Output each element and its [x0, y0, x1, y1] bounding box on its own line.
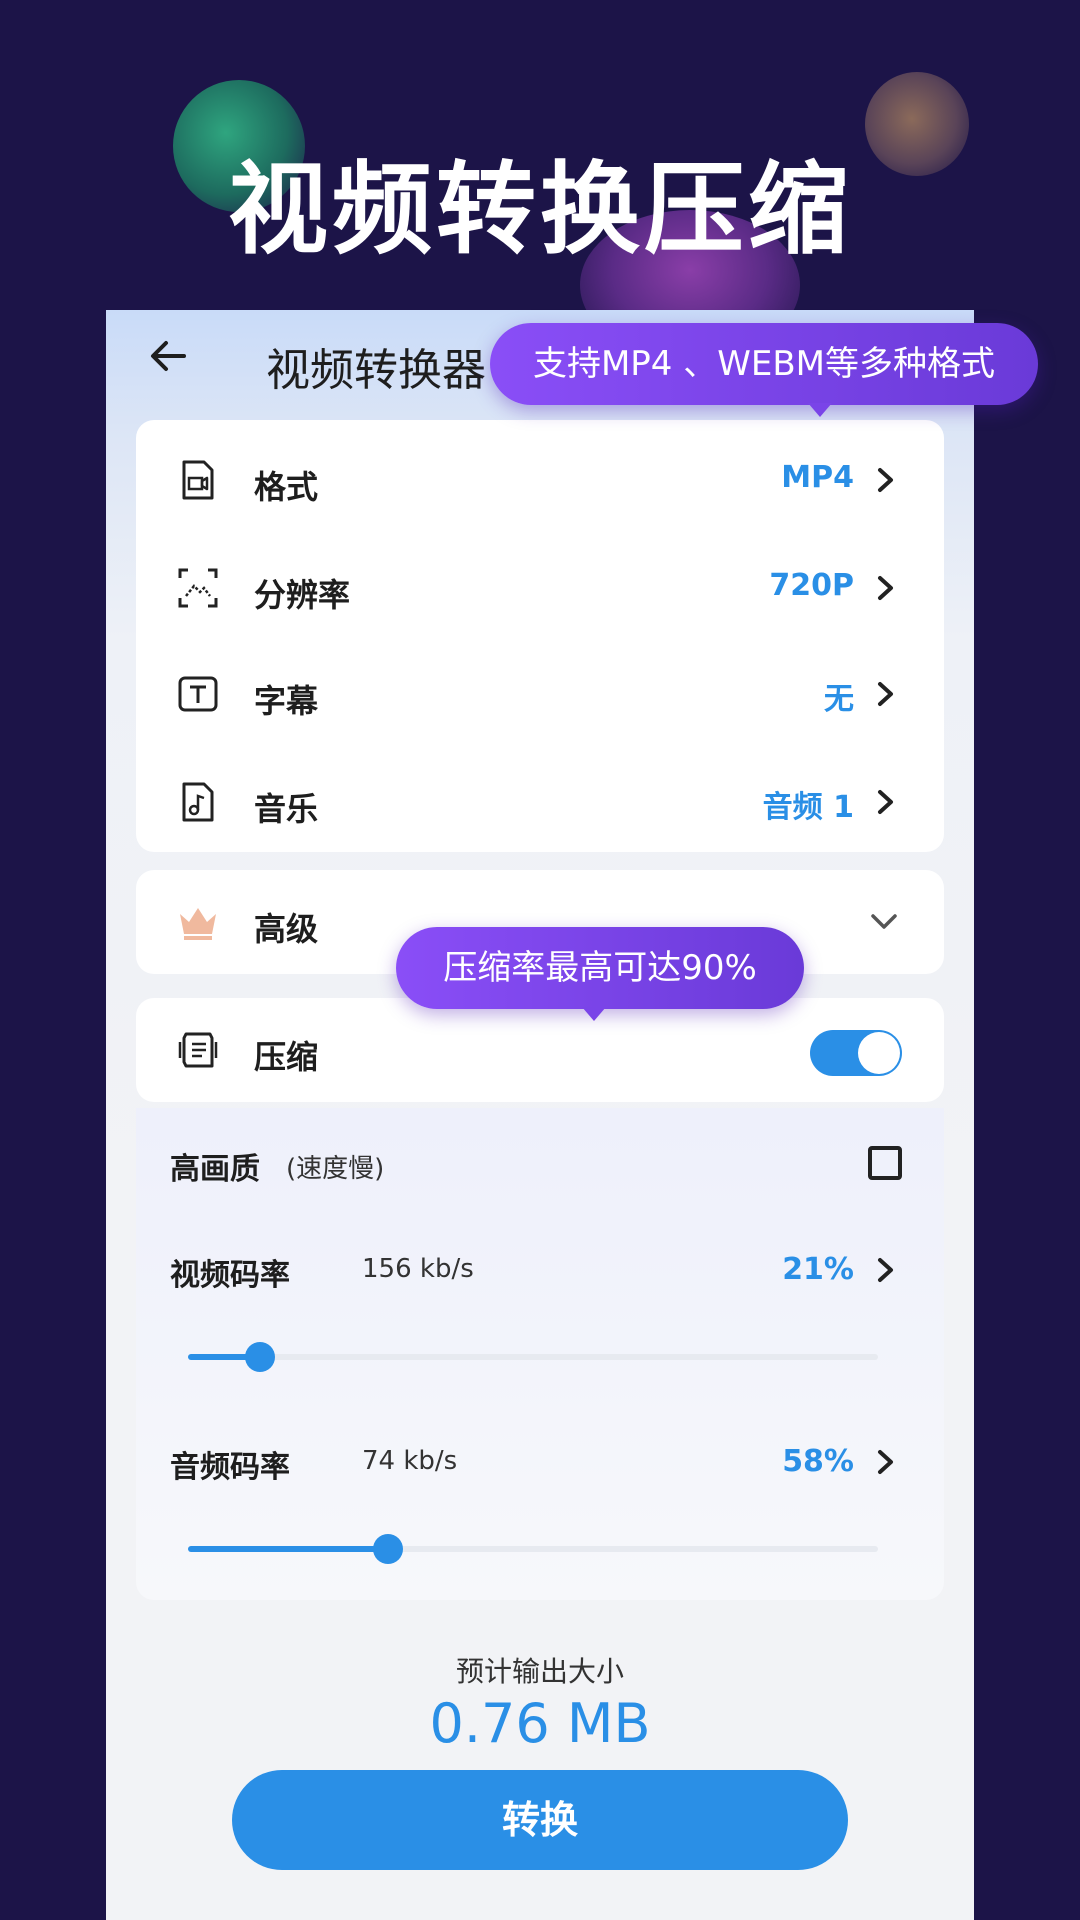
page-title: 视频转换器	[266, 345, 486, 396]
compression-tooltip: 压缩率最高可达90%	[396, 927, 804, 1021]
chevron-right-icon	[878, 790, 893, 814]
text-icon	[178, 676, 218, 712]
setting-value: 无	[824, 682, 854, 717]
tooltip-tail	[808, 403, 832, 417]
slider-fill	[188, 1546, 388, 1552]
tooltip-text: 压缩率最高可达90%	[443, 948, 757, 988]
chevron-right-icon	[878, 682, 893, 706]
compression-details: 高画质 (速度慢) 视频码率 156 kb/s 21% 音频码率 74 kb/s…	[136, 1108, 944, 1600]
chevron-right-icon[interactable]	[872, 1254, 900, 1286]
toggle-knob	[858, 1032, 900, 1074]
setting-row-music[interactable]: 音乐 音频 1	[136, 752, 944, 852]
audio-bitrate-percent: 58%	[782, 1444, 854, 1479]
setting-label: 音乐	[254, 790, 319, 828]
compress-toggle[interactable]	[810, 1030, 902, 1076]
hero-title: 视频转换压缩	[228, 151, 852, 268]
setting-label: 分辨率	[254, 576, 351, 614]
video-bitrate-value: 156 kb/s	[362, 1254, 474, 1284]
app-screen: 视频转换器 格式 MP4 分辨率 720P 字幕 无 音乐 音频 1 高级 压缩…	[106, 310, 974, 1920]
tooltip-tail	[582, 1007, 606, 1021]
convert-button[interactable]: 转换	[232, 1770, 848, 1870]
tooltip-text: 支持MP4 、WEBM等多种格式	[532, 344, 996, 384]
music-file-icon	[182, 782, 214, 822]
setting-value: 720P	[769, 568, 854, 603]
audio-bitrate-slider[interactable]	[188, 1534, 878, 1564]
slider-handle[interactable]	[245, 1342, 275, 1372]
setting-value: MP4	[781, 460, 854, 495]
setting-label: 格式	[254, 468, 319, 506]
setting-row-resolution[interactable]: 分辨率 720P	[136, 538, 944, 638]
setting-value: 音频 1	[762, 790, 854, 825]
resolution-icon	[178, 568, 218, 608]
audio-bitrate-value: 74 kb/s	[362, 1446, 458, 1476]
video-file-icon	[182, 460, 214, 500]
video-bitrate-slider[interactable]	[188, 1342, 878, 1372]
audio-bitrate-label: 音频码率	[170, 1450, 290, 1485]
compress-row: 压缩	[136, 1000, 944, 1100]
chevron-down-icon	[871, 914, 897, 929]
formats-tooltip: 支持MP4 、WEBM等多种格式	[490, 323, 1038, 417]
chevron-right-icon	[878, 576, 893, 600]
high-quality-checkbox[interactable]	[868, 1146, 902, 1180]
video-bitrate-percent: 21%	[782, 1252, 854, 1287]
chevron-right-icon	[878, 468, 893, 492]
setting-row-subtitle[interactable]: 字幕 无	[136, 644, 944, 744]
advanced-label: 高级	[254, 910, 319, 948]
setting-label: 字幕	[254, 682, 319, 720]
output-size-label: 预计输出大小	[455, 1655, 624, 1688]
compress-icon	[178, 1032, 218, 1068]
high-quality-note: (速度慢)	[286, 1154, 385, 1184]
compress-card: 压缩	[136, 998, 944, 1102]
chevron-right-icon[interactable]	[872, 1446, 900, 1478]
compress-label: 压缩	[254, 1038, 319, 1076]
slider-handle[interactable]	[373, 1534, 403, 1564]
high-quality-label: 高画质	[170, 1152, 260, 1187]
crown-icon	[180, 908, 216, 940]
settings-card: 格式 MP4 分辨率 720P 字幕 无 音乐 音频 1	[136, 420, 944, 852]
setting-row-format[interactable]: 格式 MP4	[136, 430, 944, 530]
output-size-value: 0.76 MB	[429, 1692, 651, 1755]
video-bitrate-label: 视频码率	[170, 1258, 290, 1293]
back-arrow-icon[interactable]	[144, 332, 192, 380]
